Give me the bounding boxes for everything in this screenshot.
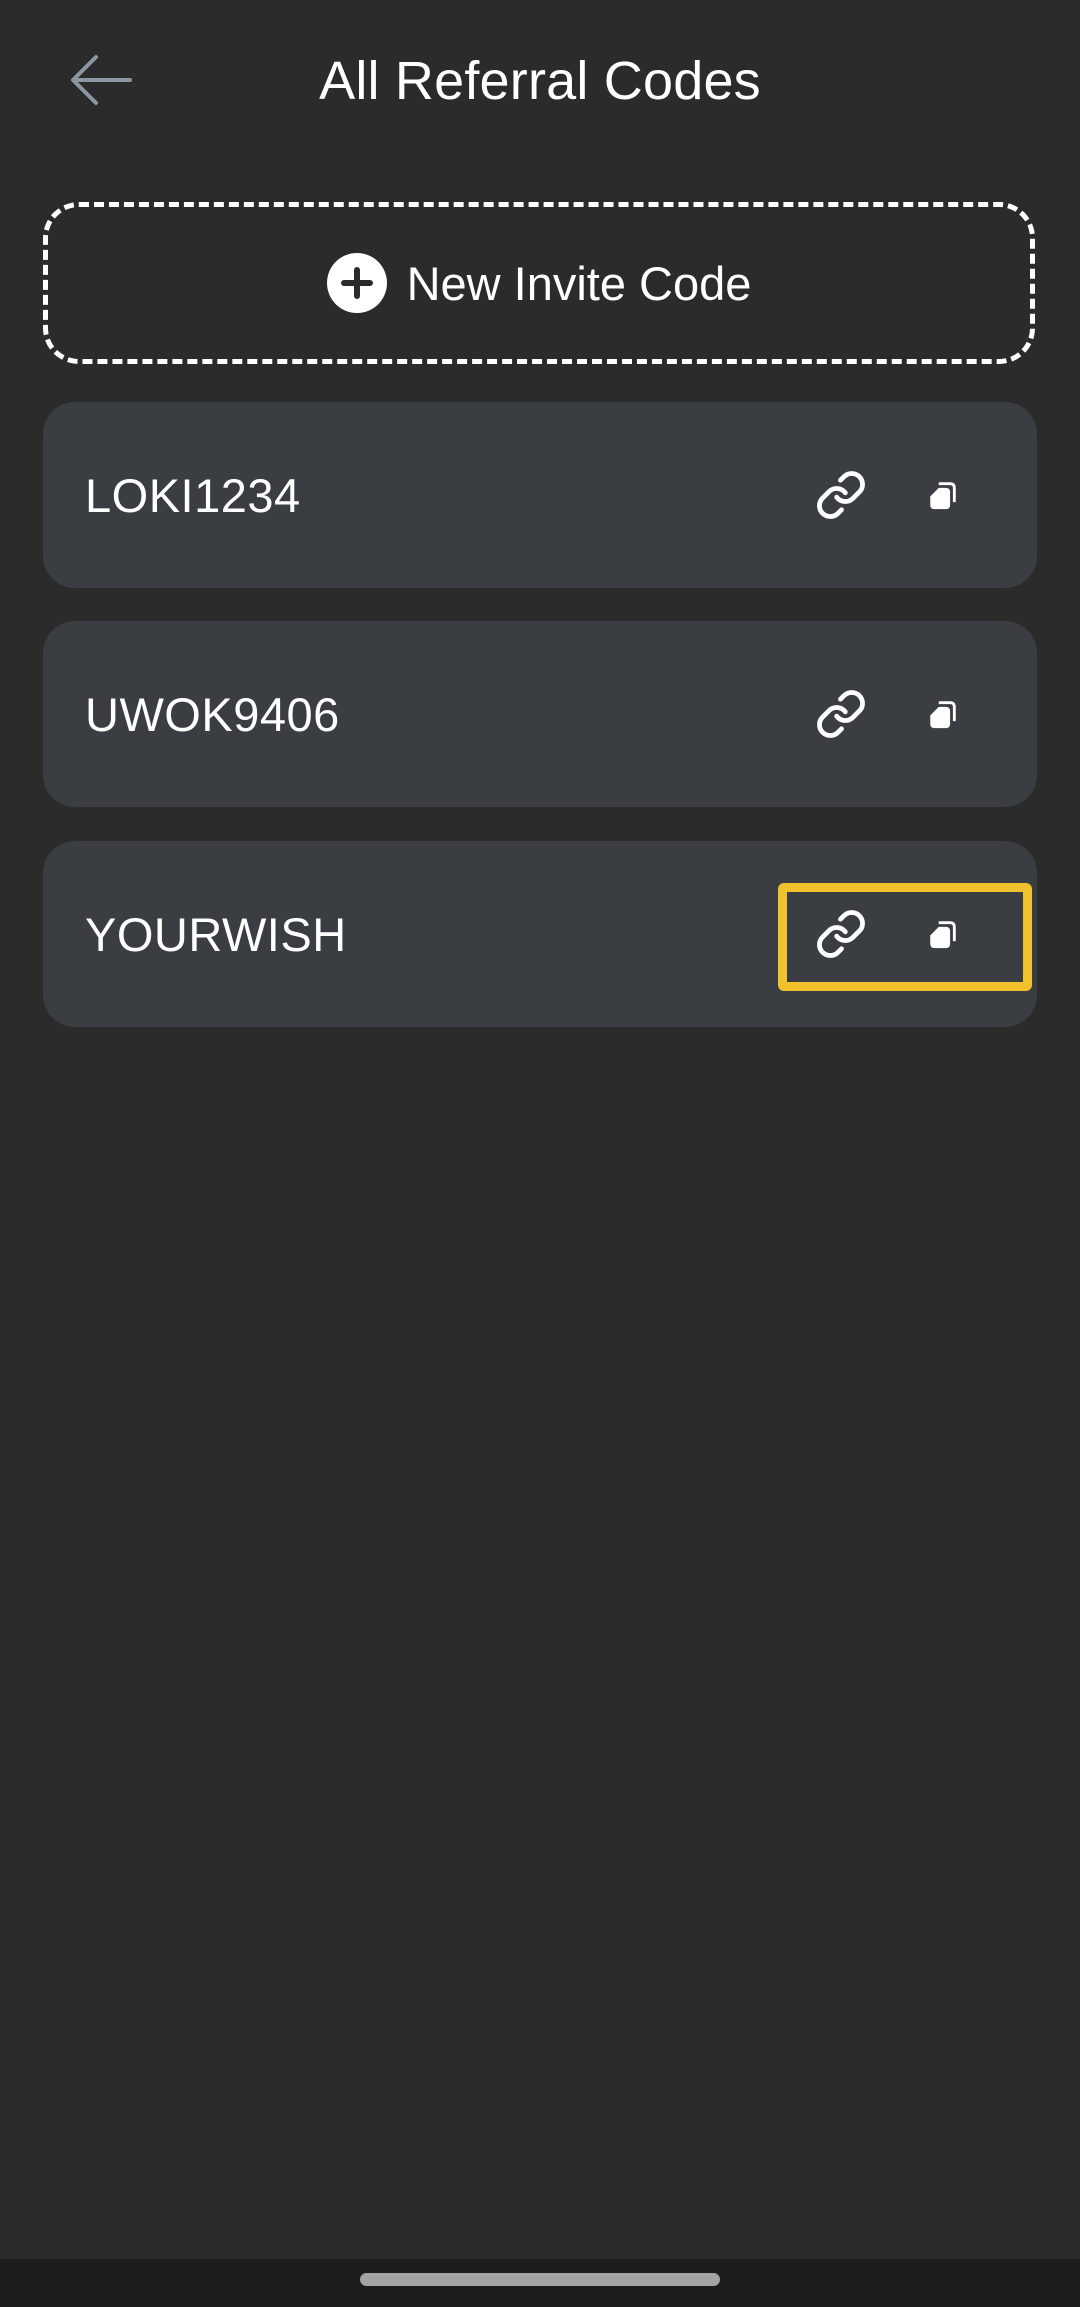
- referral-code-text: LOKI1234: [85, 468, 301, 522]
- new-invite-code-button[interactable]: New Invite Code: [43, 202, 1035, 364]
- home-indicator[interactable]: [360, 2273, 720, 2286]
- link-icon: [817, 471, 865, 519]
- referral-code-card: YOURWISH: [43, 841, 1037, 1027]
- plus-circle-icon: [326, 253, 387, 313]
- copy-icon: [930, 921, 956, 949]
- copy-icon: [930, 701, 956, 729]
- referral-code-card: LOKI1234: [43, 402, 1037, 588]
- new-invite-code-label: New Invite Code: [406, 256, 752, 310]
- share-link-button[interactable]: [791, 884, 891, 984]
- copy-code-button[interactable]: [893, 445, 993, 545]
- copy-code-button[interactable]: [893, 664, 993, 764]
- share-link-button[interactable]: [791, 445, 891, 545]
- page-title: All Referral Codes: [319, 51, 761, 111]
- referral-code-card: UWOK9406: [43, 621, 1037, 807]
- referral-code-text: YOURWISH: [85, 907, 347, 961]
- copy-code-button[interactable]: [893, 884, 993, 984]
- referral-code-text: UWOK9406: [85, 687, 340, 741]
- copy-icon: [930, 482, 956, 510]
- share-link-button[interactable]: [791, 664, 891, 764]
- link-icon: [817, 910, 865, 958]
- top-app-bar: All Referral Codes: [0, 0, 1080, 165]
- link-icon: [817, 690, 865, 738]
